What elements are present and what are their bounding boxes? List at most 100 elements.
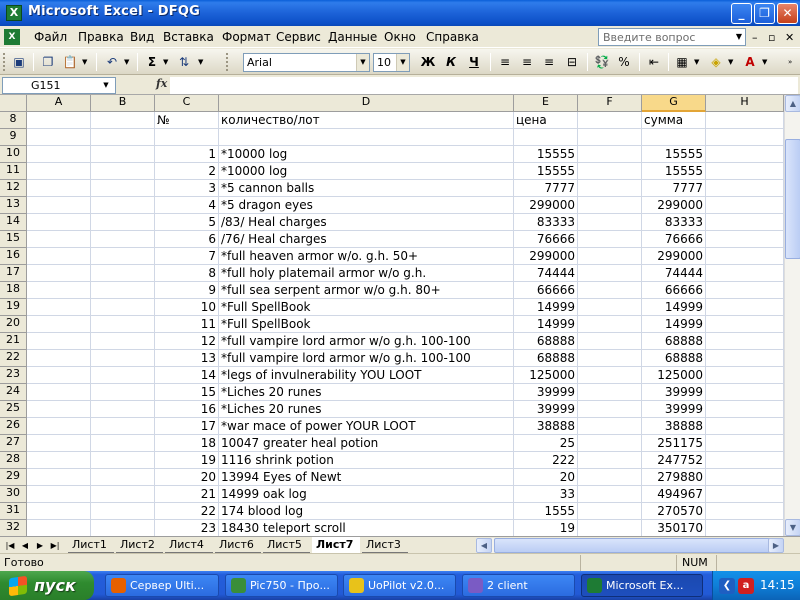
cell-g[interactable]: 350170 xyxy=(642,520,706,536)
cell-g[interactable]: 7777 xyxy=(642,180,706,197)
cell-d[interactable]: количество/лот xyxy=(219,112,514,129)
cell-a[interactable] xyxy=(27,282,91,299)
cell-f[interactable] xyxy=(578,163,642,180)
sheet-tab[interactable]: Лист5 xyxy=(263,537,310,553)
cell-a[interactable] xyxy=(27,435,91,452)
cell-g[interactable]: 494967 xyxy=(642,486,706,503)
cell-b[interactable] xyxy=(91,248,155,265)
cell-a[interactable] xyxy=(27,248,91,265)
cell-h[interactable] xyxy=(706,265,784,282)
cell-f[interactable] xyxy=(578,333,642,350)
cell-e[interactable]: 76666 xyxy=(514,231,578,248)
doc-restore-button[interactable]: ▫ xyxy=(768,31,775,44)
cell-f[interactable] xyxy=(578,486,642,503)
paste-icon[interactable]: 📋 xyxy=(60,53,80,71)
row-header[interactable]: 10 xyxy=(0,146,27,163)
formula-input[interactable] xyxy=(170,77,798,94)
cell-f[interactable] xyxy=(578,265,642,282)
cell-b[interactable] xyxy=(91,520,155,536)
cell-a[interactable] xyxy=(27,214,91,231)
cell-g[interactable]: 74444 xyxy=(642,265,706,282)
menu-edit[interactable]: Правка xyxy=(78,30,124,44)
close-button[interactable]: ✕ xyxy=(777,3,798,24)
cell-c[interactable]: 19 xyxy=(155,452,219,469)
cell-h[interactable] xyxy=(706,452,784,469)
menu-data[interactable]: Данные xyxy=(328,30,377,44)
row-header[interactable]: 23 xyxy=(0,367,27,384)
taskbar-button[interactable]: UoPilot v2.0... xyxy=(343,574,456,597)
cell-b[interactable] xyxy=(91,299,155,316)
row-header[interactable]: 19 xyxy=(0,299,27,316)
cell-a[interactable] xyxy=(27,299,91,316)
cell-h[interactable] xyxy=(706,333,784,350)
taskbar-button[interactable]: Pic750 - Про... xyxy=(225,574,338,597)
cell-f[interactable] xyxy=(578,367,642,384)
cell-e[interactable]: 68888 xyxy=(514,350,578,367)
cell-c[interactable]: 15 xyxy=(155,384,219,401)
cell-c[interactable]: 23 xyxy=(155,520,219,536)
cell-c[interactable]: 22 xyxy=(155,503,219,520)
cell-d[interactable]: *legs of invulnerability YOU LOOT xyxy=(219,367,514,384)
cell-e[interactable]: 39999 xyxy=(514,384,578,401)
cell-b[interactable] xyxy=(91,384,155,401)
cell-d[interactable]: 13994 Eyes of Newt xyxy=(219,469,514,486)
cell-a[interactable] xyxy=(27,520,91,536)
cell-b[interactable] xyxy=(91,367,155,384)
cell-f[interactable] xyxy=(578,129,642,146)
cell-c[interactable]: 13 xyxy=(155,350,219,367)
row-header[interactable]: 18 xyxy=(0,282,27,299)
toolbar-grip[interactable] xyxy=(3,53,6,71)
cell-a[interactable] xyxy=(27,112,91,129)
cell-e[interactable]: 20 xyxy=(514,469,578,486)
row-header[interactable]: 17 xyxy=(0,265,27,282)
cell-d[interactable]: /76/ Heal charges xyxy=(219,231,514,248)
cell-c[interactable]: 8 xyxy=(155,265,219,282)
select-all-corner[interactable] xyxy=(0,95,27,112)
cell-c[interactable]: № xyxy=(155,112,219,129)
cell-b[interactable] xyxy=(91,469,155,486)
cell-g[interactable]: 39999 xyxy=(642,384,706,401)
cell-c[interactable] xyxy=(155,129,219,146)
row-header[interactable]: 20 xyxy=(0,316,27,333)
sheet-tab[interactable]: Лист3 xyxy=(362,537,408,553)
save-icon[interactable]: ▣ xyxy=(9,53,29,71)
cell-c[interactable]: 2 xyxy=(155,163,219,180)
sheet-tab[interactable]: Лист7 xyxy=(312,537,360,553)
row-header[interactable]: 14 xyxy=(0,214,27,231)
toolbar-grip[interactable] xyxy=(226,53,229,71)
sheet-tab[interactable]: Лист1 xyxy=(68,537,114,553)
cell-e[interactable]: 299000 xyxy=(514,248,578,265)
cell-c[interactable]: 16 xyxy=(155,401,219,418)
cell-h[interactable] xyxy=(706,520,784,536)
align-center-icon[interactable]: ≡ xyxy=(517,53,537,71)
align-right-icon[interactable]: ≡ xyxy=(539,53,559,71)
cell-h[interactable] xyxy=(706,231,784,248)
cell-b[interactable] xyxy=(91,333,155,350)
row-header[interactable]: 28 xyxy=(0,452,27,469)
chevron-down-icon[interactable]: ▼ xyxy=(163,53,171,71)
row-header[interactable]: 26 xyxy=(0,418,27,435)
cell-c[interactable]: 18 xyxy=(155,435,219,452)
cell-b[interactable] xyxy=(91,418,155,435)
row-header[interactable]: 16 xyxy=(0,248,27,265)
cell-b[interactable] xyxy=(91,180,155,197)
cell-a[interactable] xyxy=(27,486,91,503)
cell-f[interactable] xyxy=(578,418,642,435)
cell-e[interactable]: 1555 xyxy=(514,503,578,520)
cell-e[interactable]: 38888 xyxy=(514,418,578,435)
cell-c[interactable]: 21 xyxy=(155,486,219,503)
cell-a[interactable] xyxy=(27,384,91,401)
cell-f[interactable] xyxy=(578,299,642,316)
cell-c[interactable]: 10 xyxy=(155,299,219,316)
cell-g[interactable]: 299000 xyxy=(642,197,706,214)
row-header[interactable]: 25 xyxy=(0,401,27,418)
cell-h[interactable] xyxy=(706,299,784,316)
cell-g[interactable]: 68888 xyxy=(642,333,706,350)
cell-d[interactable]: *10000 log xyxy=(219,146,514,163)
toolbar-options-icon[interactable]: » xyxy=(788,53,796,71)
cell-d[interactable]: *full vampire lord armor w/o g.h. 100-10… xyxy=(219,350,514,367)
cell-d[interactable]: 10047 greater heal potion xyxy=(219,435,514,452)
chevron-down-icon[interactable]: ▼ xyxy=(396,54,409,71)
cell-h[interactable] xyxy=(706,248,784,265)
cell-g[interactable]: 38888 xyxy=(642,418,706,435)
